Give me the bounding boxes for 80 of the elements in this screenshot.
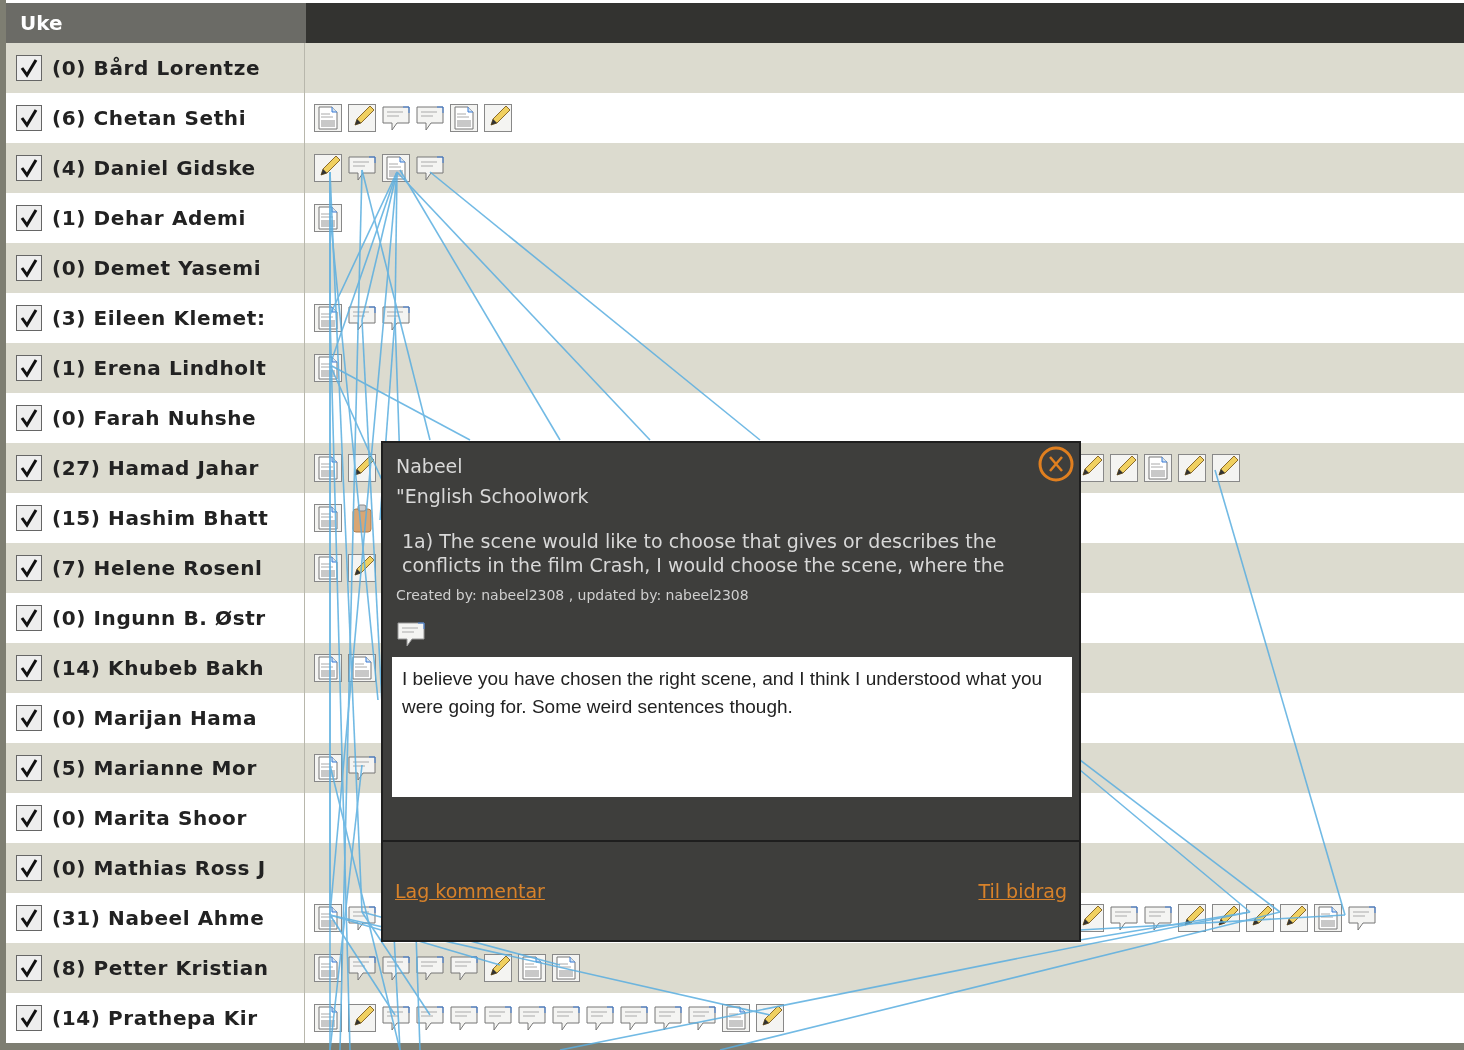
checkbox[interactable] [16,655,42,681]
checkbox[interactable] [16,305,42,331]
student-name: (1) Erena Lindholt [52,356,267,380]
checkbox[interactable] [16,555,42,581]
speech-bubble-icon[interactable] [449,1003,479,1033]
speech-bubble-icon[interactable] [347,953,377,983]
speech-bubble-icon[interactable] [381,303,411,333]
checkbox[interactable] [16,805,42,831]
student-name: (0) Ingunn B. Østr [52,606,266,630]
speech-bubble-icon[interactable] [1143,903,1173,933]
checkbox[interactable] [16,505,42,531]
document-icon[interactable] [1313,903,1343,933]
speech-bubble-icon[interactable] [415,103,445,133]
post-excerpt: 1a) The scene would like to choose that gives or describes the conflicts in the film Crash, I would choose the scene, where the [401,529,1006,577]
student-name: (0) Mathias Ross J [52,856,266,880]
speech-bubble-icon[interactable] [347,903,377,933]
checkbox[interactable] [16,855,42,881]
column-header: Uke [6,3,306,43]
checkbox[interactable] [16,205,42,231]
checkbox[interactable] [16,405,42,431]
document-icon[interactable] [313,103,343,133]
speech-bubble-icon[interactable] [619,1003,649,1033]
student-name: (7) Helene Rosenl [52,556,263,580]
speech-bubble-icon[interactable] [687,1003,717,1033]
checkbox[interactable] [16,155,42,181]
student-name: (15) Hashim Bhatt [52,506,269,530]
speech-bubble-icon[interactable] [347,153,377,183]
student-name: (14) Khubeb Bakh [52,656,265,680]
student-name: (14) Prathepa Kir [52,1006,258,1030]
speech-bubble-icon[interactable] [347,753,377,783]
document-icon[interactable] [1143,453,1173,483]
student-name: (0) Farah Nuhshe [52,406,257,430]
student-name: (1) Dehar Ademi [52,206,246,230]
checkbox[interactable] [16,1005,42,1031]
checkbox[interactable] [16,605,42,631]
checkbox[interactable] [16,355,42,381]
student-name: (0) Bård Lorentze [52,56,261,80]
speech-bubble-icon [396,619,426,649]
document-icon[interactable] [381,153,411,183]
checkbox[interactable] [16,55,42,81]
speech-bubble-icon[interactable] [551,1003,581,1033]
checkbox[interactable] [16,755,42,781]
student-name: (4) Daniel Gidske [52,156,256,180]
post-title: "English Schoolwork [396,485,590,507]
checkbox[interactable] [16,955,42,981]
student-name: (0) Marijan Hama [52,706,257,730]
document-icon[interactable] [551,953,581,983]
student-name: (0) Demet Yasemi [52,256,262,280]
speech-bubble-icon[interactable] [585,1003,615,1033]
student-name: (8) Petter Kristian [52,956,269,980]
speech-bubble-icon[interactable] [381,103,411,133]
checkbox[interactable] [16,905,42,931]
speech-bubble-icon[interactable] [517,1003,547,1033]
popup-link[interactable]: Til bidrag [978,880,1067,902]
checkbox[interactable] [16,455,42,481]
popup-link[interactable]: Lag kommentar [395,880,545,902]
speech-bubble-icon[interactable] [381,1003,411,1033]
speech-bubble-icon[interactable] [449,953,479,983]
speech-bubble-icon[interactable] [483,1003,513,1033]
speech-bubble-icon[interactable] [415,1003,445,1033]
comment-text: I believe you have chosen the right scene, and I think I understood what you were going for. Some weird sentences though. [392,657,1072,797]
checkbox[interactable] [16,105,42,131]
speech-bubble-icon[interactable] [415,953,445,983]
close-button[interactable] [1037,445,1075,483]
speech-bubble-icon[interactable] [381,953,411,983]
speech-bubble-icon[interactable] [1347,903,1377,933]
student-name: (0) Marita Shoor [52,806,247,830]
student-name: (31) Nabeel Ahme [52,906,265,930]
speech-bubble-icon[interactable] [415,153,445,183]
post-meta: Created by: nabeel2308 , updated by: nabeel2308 [396,587,750,603]
student-name: (6) Chetan Sethi [52,106,247,130]
student-name: (5) Marianne Mor [52,756,257,780]
checkbox[interactable] [16,705,42,731]
student-name: (27) Hamad Jahar [52,456,260,480]
student-name: (3) Eileen Klemet: [52,306,266,330]
checkbox[interactable] [16,255,42,281]
document-icon[interactable] [449,103,479,133]
speech-bubble-icon[interactable] [653,1003,683,1033]
author-name: Nabeel [396,455,463,477]
document-icon[interactable] [313,753,343,783]
